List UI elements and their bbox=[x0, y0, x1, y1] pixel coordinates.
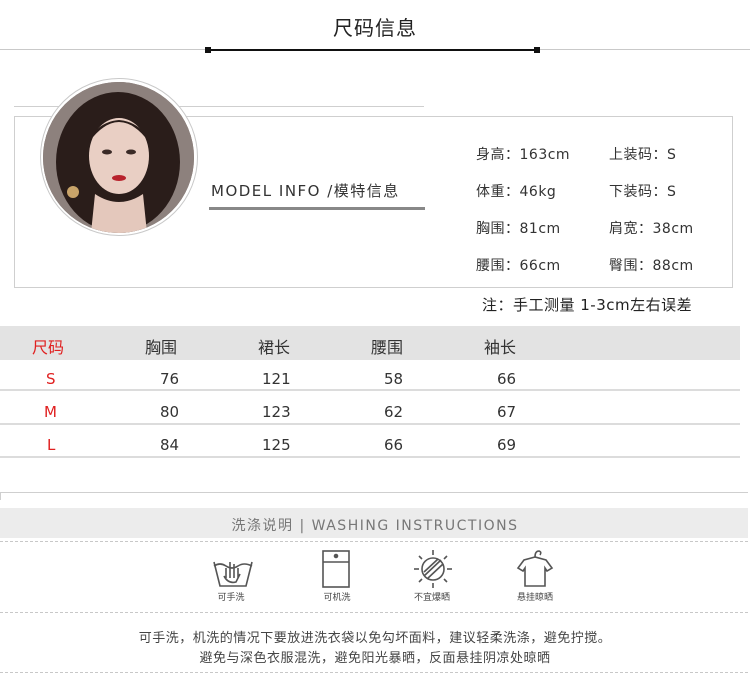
table-cell: 123 bbox=[262, 403, 291, 421]
table-cell: 80 bbox=[160, 403, 180, 421]
stat-height: 身高：163cm bbox=[476, 147, 571, 163]
table-cell: 125 bbox=[262, 436, 291, 454]
table-cell-size: M bbox=[44, 403, 57, 421]
no-sun-label: 不宜爆晒 bbox=[413, 593, 450, 603]
table-row-divider bbox=[0, 423, 740, 425]
washing-divider bbox=[0, 672, 748, 673]
page-title: 尺码信息 bbox=[333, 16, 417, 40]
hand-wash-icon bbox=[210, 548, 256, 590]
washing-description-line-1: 可手洗，机洗的情况下要放进洗衣袋以免勾坏面料，建议轻柔洗涤，避免拧搅。 bbox=[138, 631, 612, 646]
stat-weight: 体重：46kg bbox=[476, 184, 557, 200]
col-header-size: 尺码 bbox=[32, 338, 65, 357]
model-info-label: MODEL INFO /模特信息 bbox=[211, 182, 400, 200]
title-underline-left-dot bbox=[205, 47, 211, 53]
table-row-divider bbox=[0, 456, 740, 458]
col-header-sleeve: 袖长 bbox=[484, 338, 517, 357]
table-cell: 66 bbox=[497, 370, 517, 388]
washing-top-line bbox=[0, 492, 748, 493]
table-cell: 84 bbox=[160, 436, 180, 454]
table-cell: 58 bbox=[384, 370, 404, 388]
table-cell: 121 bbox=[262, 370, 291, 388]
size-table-header bbox=[0, 326, 740, 360]
stat-bottom-size: 下装码：S bbox=[609, 184, 677, 200]
model-info-underline bbox=[209, 207, 425, 210]
table-cell: 76 bbox=[160, 370, 180, 388]
stat-bust: 胸围：81cm bbox=[476, 221, 561, 237]
table-cell-size: S bbox=[46, 370, 56, 388]
table-cell-size: L bbox=[47, 436, 56, 454]
washing-top-cap bbox=[0, 492, 1, 500]
table-cell: 67 bbox=[497, 403, 517, 421]
col-header-bust: 胸围 bbox=[145, 338, 178, 357]
stat-hip: 臀围：88cm bbox=[609, 258, 694, 274]
title-underline bbox=[208, 49, 538, 51]
model-avatar bbox=[43, 82, 194, 233]
machine-wash-icon bbox=[314, 548, 360, 590]
washing-divider bbox=[0, 612, 748, 613]
hang-dry-label: 悬挂晾晒 bbox=[516, 593, 553, 603]
hand-wash-label: 可手洗 bbox=[217, 593, 245, 603]
machine-wash-label: 可机洗 bbox=[323, 593, 351, 603]
col-header-waist: 腰围 bbox=[371, 338, 404, 357]
no-sun-icon bbox=[410, 548, 456, 590]
table-cell: 66 bbox=[384, 436, 404, 454]
stat-top-size: 上装码：S bbox=[609, 147, 677, 163]
col-header-length: 裙长 bbox=[258, 338, 291, 357]
table-row-divider bbox=[0, 389, 740, 391]
washing-description-line-2: 避免与深色衣服混洗，避免阳光暴晒，反面悬挂阴凉处晾晒 bbox=[199, 651, 551, 666]
measurement-note: 注：手工测量 1-3cm左右误差 bbox=[482, 296, 693, 314]
stat-waist: 腰围：66cm bbox=[476, 258, 561, 274]
table-cell: 69 bbox=[497, 436, 517, 454]
stat-shoulder: 肩宽：38cm bbox=[609, 221, 694, 237]
washing-divider bbox=[0, 541, 748, 542]
washing-title: 洗涤说明 | WASHING INSTRUCTIONS bbox=[231, 518, 519, 534]
table-cell: 62 bbox=[384, 403, 404, 421]
hang-dry-icon bbox=[512, 548, 558, 590]
title-underline-right-dot bbox=[534, 47, 540, 53]
